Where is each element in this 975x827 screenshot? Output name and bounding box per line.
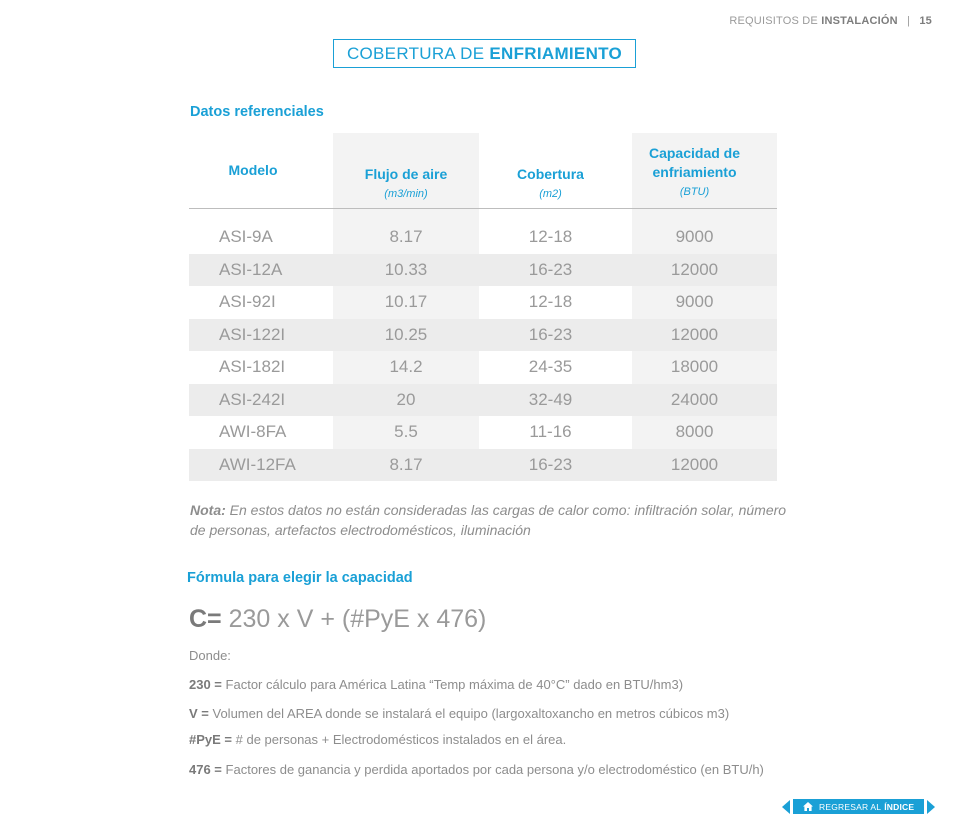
previous-page-arrow-icon[interactable] <box>782 799 790 814</box>
header-coverage: Cobertura (m2) <box>517 166 584 200</box>
cell-capacity: 12000 <box>670 259 719 279</box>
definition-pye: #PyE = # de personas + Electrodomésticos… <box>189 732 567 747</box>
cell-coverage: 32-49 <box>528 389 573 409</box>
cell-capacity: 9000 <box>675 227 714 247</box>
table-body: ASI-9A 8.17 12-18 9000 ASI-12A 10.33 16-23 1200… <box>189 221 777 481</box>
header-capacity: Capacidad de enfriamiento (BTU) <box>648 144 741 198</box>
cell-model: ASI-12A <box>219 259 283 279</box>
back-label-bold: ÍNDICE <box>884 801 915 812</box>
table-row: AWI-12FA 8.17 16-23 12000 <box>189 448 777 481</box>
formula: C= 230 x V + (#PyE x 476) <box>189 605 486 634</box>
reference-heading: Datos referenciales <box>190 104 324 120</box>
section-name: INSTALACIÓN <box>821 15 898 27</box>
cell-capacity: 24000 <box>670 389 719 409</box>
formula-rhs: 230 x V + (#PyE x 476) <box>228 605 487 633</box>
page-title: COBERTURA DE ENFRIAMIENTO <box>333 39 636 68</box>
section-prefix: REQUISITOS DE <box>729 15 818 27</box>
header-model: Modelo <box>228 162 278 178</box>
back-label: REGRESAR AL <box>819 801 882 812</box>
cell-coverage: 12-18 <box>528 292 573 312</box>
table-row: ASI-12A 10.33 16-23 12000 <box>189 253 777 286</box>
header-separator: | <box>907 15 911 27</box>
table-header: Modelo Flujo de aire (m3/min) Cobertura … <box>189 133 777 209</box>
cell-coverage: 16-23 <box>528 454 573 474</box>
cell-airflow: 8.17 <box>389 454 423 474</box>
definition-v: V = Volumen del AREA donde se instalará … <box>189 706 730 721</box>
cell-airflow: 8.17 <box>389 227 423 247</box>
cell-coverage: 16-23 <box>528 324 573 344</box>
cell-coverage: 16-23 <box>528 259 573 279</box>
header-airflow: Flujo de aire (m3/min) <box>364 166 448 200</box>
back-to-index-button[interactable]: REGRESAR AL ÍNDICE <box>793 799 925 814</box>
cell-capacity: 12000 <box>670 324 719 344</box>
cell-airflow: 14.2 <box>389 357 423 377</box>
reference-table: Modelo Flujo de aire (m3/min) Cobertura … <box>189 133 777 481</box>
formula-lhs: C= <box>189 605 222 633</box>
page-header: REQUISITOS DE INSTALACIÓN | 15 <box>729 15 932 27</box>
definition-476: 476 = Factores de ganancia y perdida apo… <box>189 762 764 777</box>
page-number: 15 <box>919 15 932 27</box>
cell-model: ASI-92I <box>219 292 276 312</box>
cell-capacity: 12000 <box>670 454 719 474</box>
title-prefix: COBERTURA DE <box>346 43 485 63</box>
cell-model: AWI-12FA <box>219 454 296 474</box>
home-icon <box>803 802 813 811</box>
cell-model: ASI-9A <box>219 227 273 247</box>
definition-230: 230 = Factor cálculo para América Latina… <box>189 677 684 692</box>
cell-capacity: 8000 <box>675 422 714 442</box>
cell-coverage: 24-35 <box>528 357 573 377</box>
footer-nav: REGRESAR AL ÍNDICE <box>782 798 936 815</box>
cell-airflow: 10.25 <box>384 324 428 344</box>
cell-model: ASI-122I <box>219 324 286 344</box>
table-row: ASI-242I 20 32-49 24000 <box>189 383 777 416</box>
cell-coverage: 12-18 <box>528 227 573 247</box>
next-page-arrow-icon[interactable] <box>927 799 936 814</box>
title-bold: ENFRIAMIENTO <box>489 43 623 63</box>
note-label: Nota: <box>190 502 226 518</box>
where-label: Donde: <box>189 648 231 663</box>
cell-airflow: 5.5 <box>394 422 418 442</box>
table-row: ASI-9A 8.17 12-18 9000 <box>189 221 777 254</box>
cell-airflow: 20 <box>396 389 416 409</box>
cell-model: ASI-242I <box>219 389 286 409</box>
cell-capacity: 9000 <box>675 292 714 312</box>
cell-airflow: 10.17 <box>384 292 428 312</box>
table-row: AWI-8FA 5.5 11-16 8000 <box>189 416 777 449</box>
table-row: ASI-92I 10.17 12-18 9000 <box>189 286 777 319</box>
cell-model: AWI-8FA <box>219 422 287 442</box>
cell-model: ASI-182I <box>219 357 286 377</box>
cell-airflow: 10.33 <box>384 259 428 279</box>
cell-capacity: 18000 <box>670 357 719 377</box>
cell-coverage: 11-16 <box>529 422 572 442</box>
note-text: En estos datos no están consideradas las… <box>190 502 787 538</box>
note: Nota: En estos datos no están considerad… <box>190 500 790 540</box>
table-row: ASI-182I 14.2 24-35 18000 <box>189 351 777 384</box>
table-row: ASI-122I 10.25 16-23 12000 <box>189 318 777 351</box>
formula-heading: Fórmula para elegir la capacidad <box>187 570 413 586</box>
